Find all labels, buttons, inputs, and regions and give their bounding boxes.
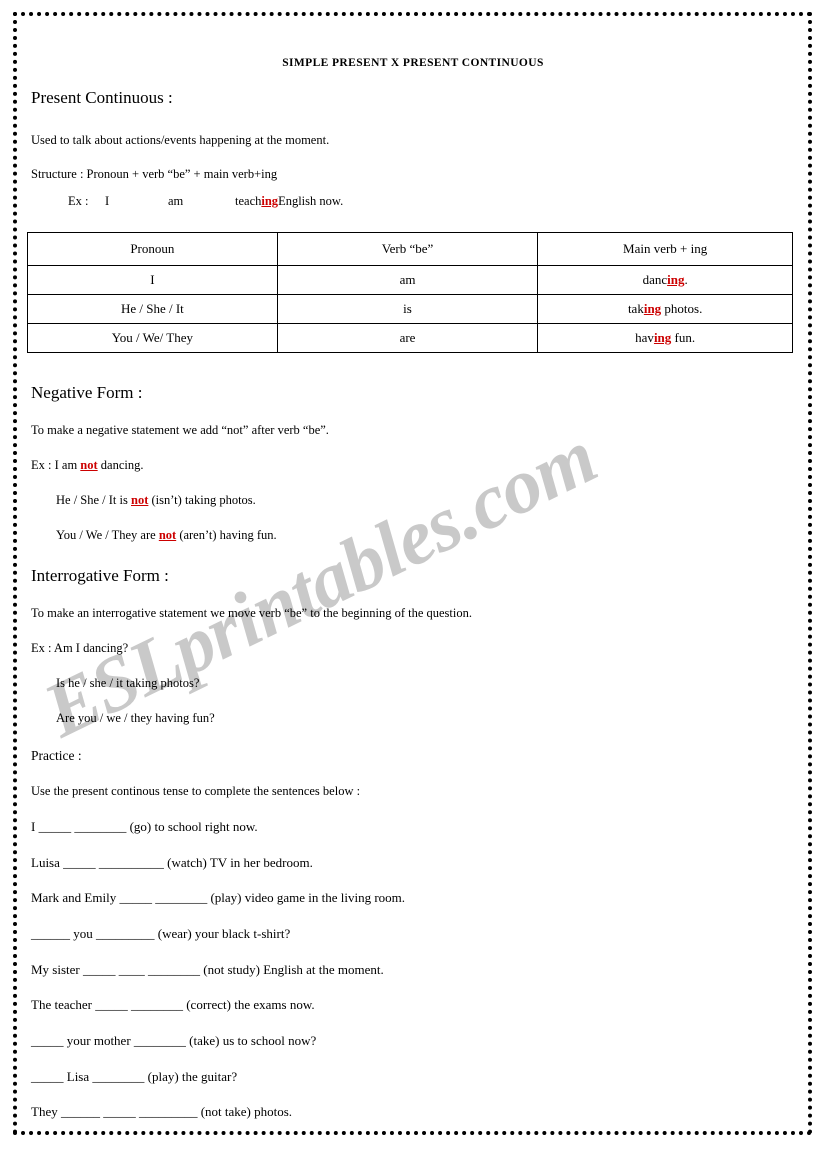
heading-negative-form: Negative Form : (31, 383, 143, 402)
cell-main-verb: having fun. (537, 323, 793, 353)
example-label: Ex : (68, 194, 89, 208)
cell-main-verb: taking photos. (537, 294, 793, 324)
page-title: SIMPLE PRESENT X PRESENT CONTINUOUS (282, 57, 544, 69)
main-verb-ing: ing (643, 301, 662, 316)
conjugation-table: Pronoun Verb “be” Main verb + ing I am d… (27, 232, 793, 353)
example-negative-3-before: You / We / They are (56, 528, 159, 542)
cell-verb-be: are (276, 323, 539, 353)
example-main-verb-stem: teach (235, 194, 262, 208)
table-row: You / We/ They are having fun. (27, 323, 793, 353)
main-verb-stem: danc (642, 272, 668, 287)
text-present-continuous-structure: Structure : Pronoun + verb “be” + main v… (31, 167, 278, 181)
table-header-verb-be: Verb “be” (276, 232, 539, 266)
practice-item: They ______ _____ _________ (not take) p… (31, 1104, 293, 1119)
example-negative-2-before: He / She / It is (56, 493, 131, 507)
practice-item: _____ Lisa ________ (play) the guitar? (31, 1069, 238, 1084)
table-header-pronoun: Pronoun (27, 232, 278, 266)
practice-item: My sister _____ ____ ________ (not study… (31, 962, 384, 977)
cell-pronoun: He / She / It (27, 294, 278, 324)
practice-item: I _____ ________ (go) to school right no… (31, 819, 258, 834)
heading-practice: Practice : (31, 748, 82, 763)
example-negative-3-after: (aren’t) having fun. (176, 528, 277, 542)
heading-present-continuous: Present Continuous : (31, 88, 173, 107)
cell-main-verb: dancing. (537, 265, 793, 295)
text-interrogative-rule: To make an interrogative statement we mo… (31, 606, 472, 620)
example-negative-1: Ex : I am not dancing. (31, 458, 144, 473)
main-verb-stem: tak (627, 301, 644, 316)
table-row: I am dancing. (27, 265, 793, 295)
cell-verb-be: is (276, 294, 539, 324)
example-negative-2-after: (isn’t) taking photos. (148, 493, 256, 507)
main-verb-rest: . (684, 272, 688, 287)
table-row: He / She / It is taking photos. (27, 294, 793, 324)
example-negative-1-before: Ex : I am (31, 458, 81, 472)
example-interrogative-3: Are you / we / they having fun? (56, 711, 215, 725)
practice-item: Luisa _____ __________ (watch) TV in her… (31, 855, 313, 870)
table-header-main-verb: Main verb + ing (537, 232, 793, 266)
example-negative-2: He / She / It is not (isn’t) taking phot… (56, 493, 256, 508)
example-negative-1-not: not (80, 458, 98, 472)
example-negative-3-not: not (158, 528, 177, 542)
practice-item: The teacher _____ ________ (correct) the… (31, 997, 315, 1012)
main-verb-ing: ing (653, 330, 672, 345)
example-negative-1-after: dancing. (97, 458, 144, 472)
main-verb-stem: hav (635, 330, 654, 345)
text-negative-rule: To make a negative statement we add “not… (31, 423, 329, 437)
text-present-continuous-usage: Used to talk about actions/events happen… (31, 133, 330, 147)
example-interrogative-1: Ex : Am I dancing? (31, 641, 129, 655)
example-ing-suffix: ing (261, 194, 279, 208)
cell-verb-be: am (276, 265, 539, 295)
example-interrogative-2: Is he / she / it taking photos? (56, 676, 200, 690)
practice-item: _____ your mother ________ (take) us to … (31, 1033, 317, 1048)
text-practice-instruction: Use the present continous tense to compl… (31, 784, 361, 798)
heading-interrogative-form: Interrogative Form : (31, 566, 169, 585)
example-verb-be: am (168, 194, 184, 208)
main-verb-rest: fun. (671, 330, 696, 345)
main-verb-ing: ing (667, 272, 685, 287)
cell-pronoun: You / We/ They (27, 323, 278, 353)
practice-item: Mark and Emily _____ ________ (play) vid… (31, 890, 406, 905)
table-header-row: Pronoun Verb “be” Main verb + ing (27, 232, 793, 266)
practice-item: ______ you _________ (wear) your black t… (31, 926, 291, 941)
main-verb-rest: photos. (661, 301, 703, 316)
example-present-continuous: Ex : Iam teachingEnglish now. (68, 194, 343, 209)
example-negative-3: You / We / They are not (aren’t) having … (56, 528, 277, 543)
worksheet-content: SIMPLE PRESENT X PRESENT CONTINUOUS Pres… (0, 0, 826, 1169)
cell-pronoun: I (27, 265, 278, 295)
example-negative-2-not: not (131, 493, 149, 507)
example-pronoun: I (105, 194, 110, 208)
example-rest: English now. (278, 194, 344, 208)
